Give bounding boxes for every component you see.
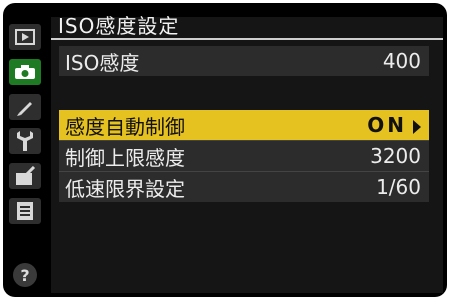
shooting-tab[interactable] bbox=[9, 59, 41, 85]
retouch-tab[interactable] bbox=[9, 163, 41, 189]
menu-item-max-sensitivity[interactable]: 制御上限感度 3200 bbox=[59, 141, 429, 171]
list-icon bbox=[17, 202, 33, 220]
menu-item-auto-iso-control[interactable]: 感度自動制御 ON bbox=[59, 110, 429, 140]
chevron-right-icon bbox=[413, 119, 421, 134]
menu-item-min-shutter-speed[interactable]: 低速限界設定 1/60 bbox=[59, 172, 429, 202]
menu-item-label: 低速限界設定 bbox=[65, 176, 185, 201]
pencil-icon bbox=[17, 102, 32, 116]
menu-item-iso-sensitivity[interactable]: ISO感度 400 bbox=[59, 46, 429, 76]
menu-item-label: ISO感度 bbox=[65, 50, 140, 75]
menu-item-label: 感度自動制御 bbox=[65, 114, 185, 139]
menu-item-value: 400 bbox=[382, 49, 421, 73]
menu-item-value: 3200 bbox=[370, 144, 421, 168]
setup-tab[interactable] bbox=[9, 128, 41, 154]
menu-item-value: 1/60 bbox=[376, 175, 421, 199]
camera-screen: ? ISO感度設定 ISO感度 400 感度自動制御 ON 制御上限感度 320… bbox=[3, 3, 447, 297]
my-menu-tab[interactable] bbox=[9, 198, 41, 224]
menu-item-value: ON bbox=[367, 113, 407, 137]
wrench-icon bbox=[17, 131, 33, 151]
playback-icon bbox=[15, 29, 35, 45]
menu-item-label: 制御上限感度 bbox=[65, 145, 185, 170]
help-icon[interactable]: ? bbox=[13, 263, 37, 287]
custom-settings-tab[interactable] bbox=[9, 94, 41, 120]
retouch-icon bbox=[16, 166, 36, 185]
menu-sidebar: ? bbox=[3, 3, 47, 297]
camera-icon bbox=[15, 65, 35, 79]
playback-tab[interactable] bbox=[9, 24, 41, 50]
title-divider bbox=[51, 38, 443, 40]
page-title: ISO感度設定 bbox=[58, 14, 180, 38]
